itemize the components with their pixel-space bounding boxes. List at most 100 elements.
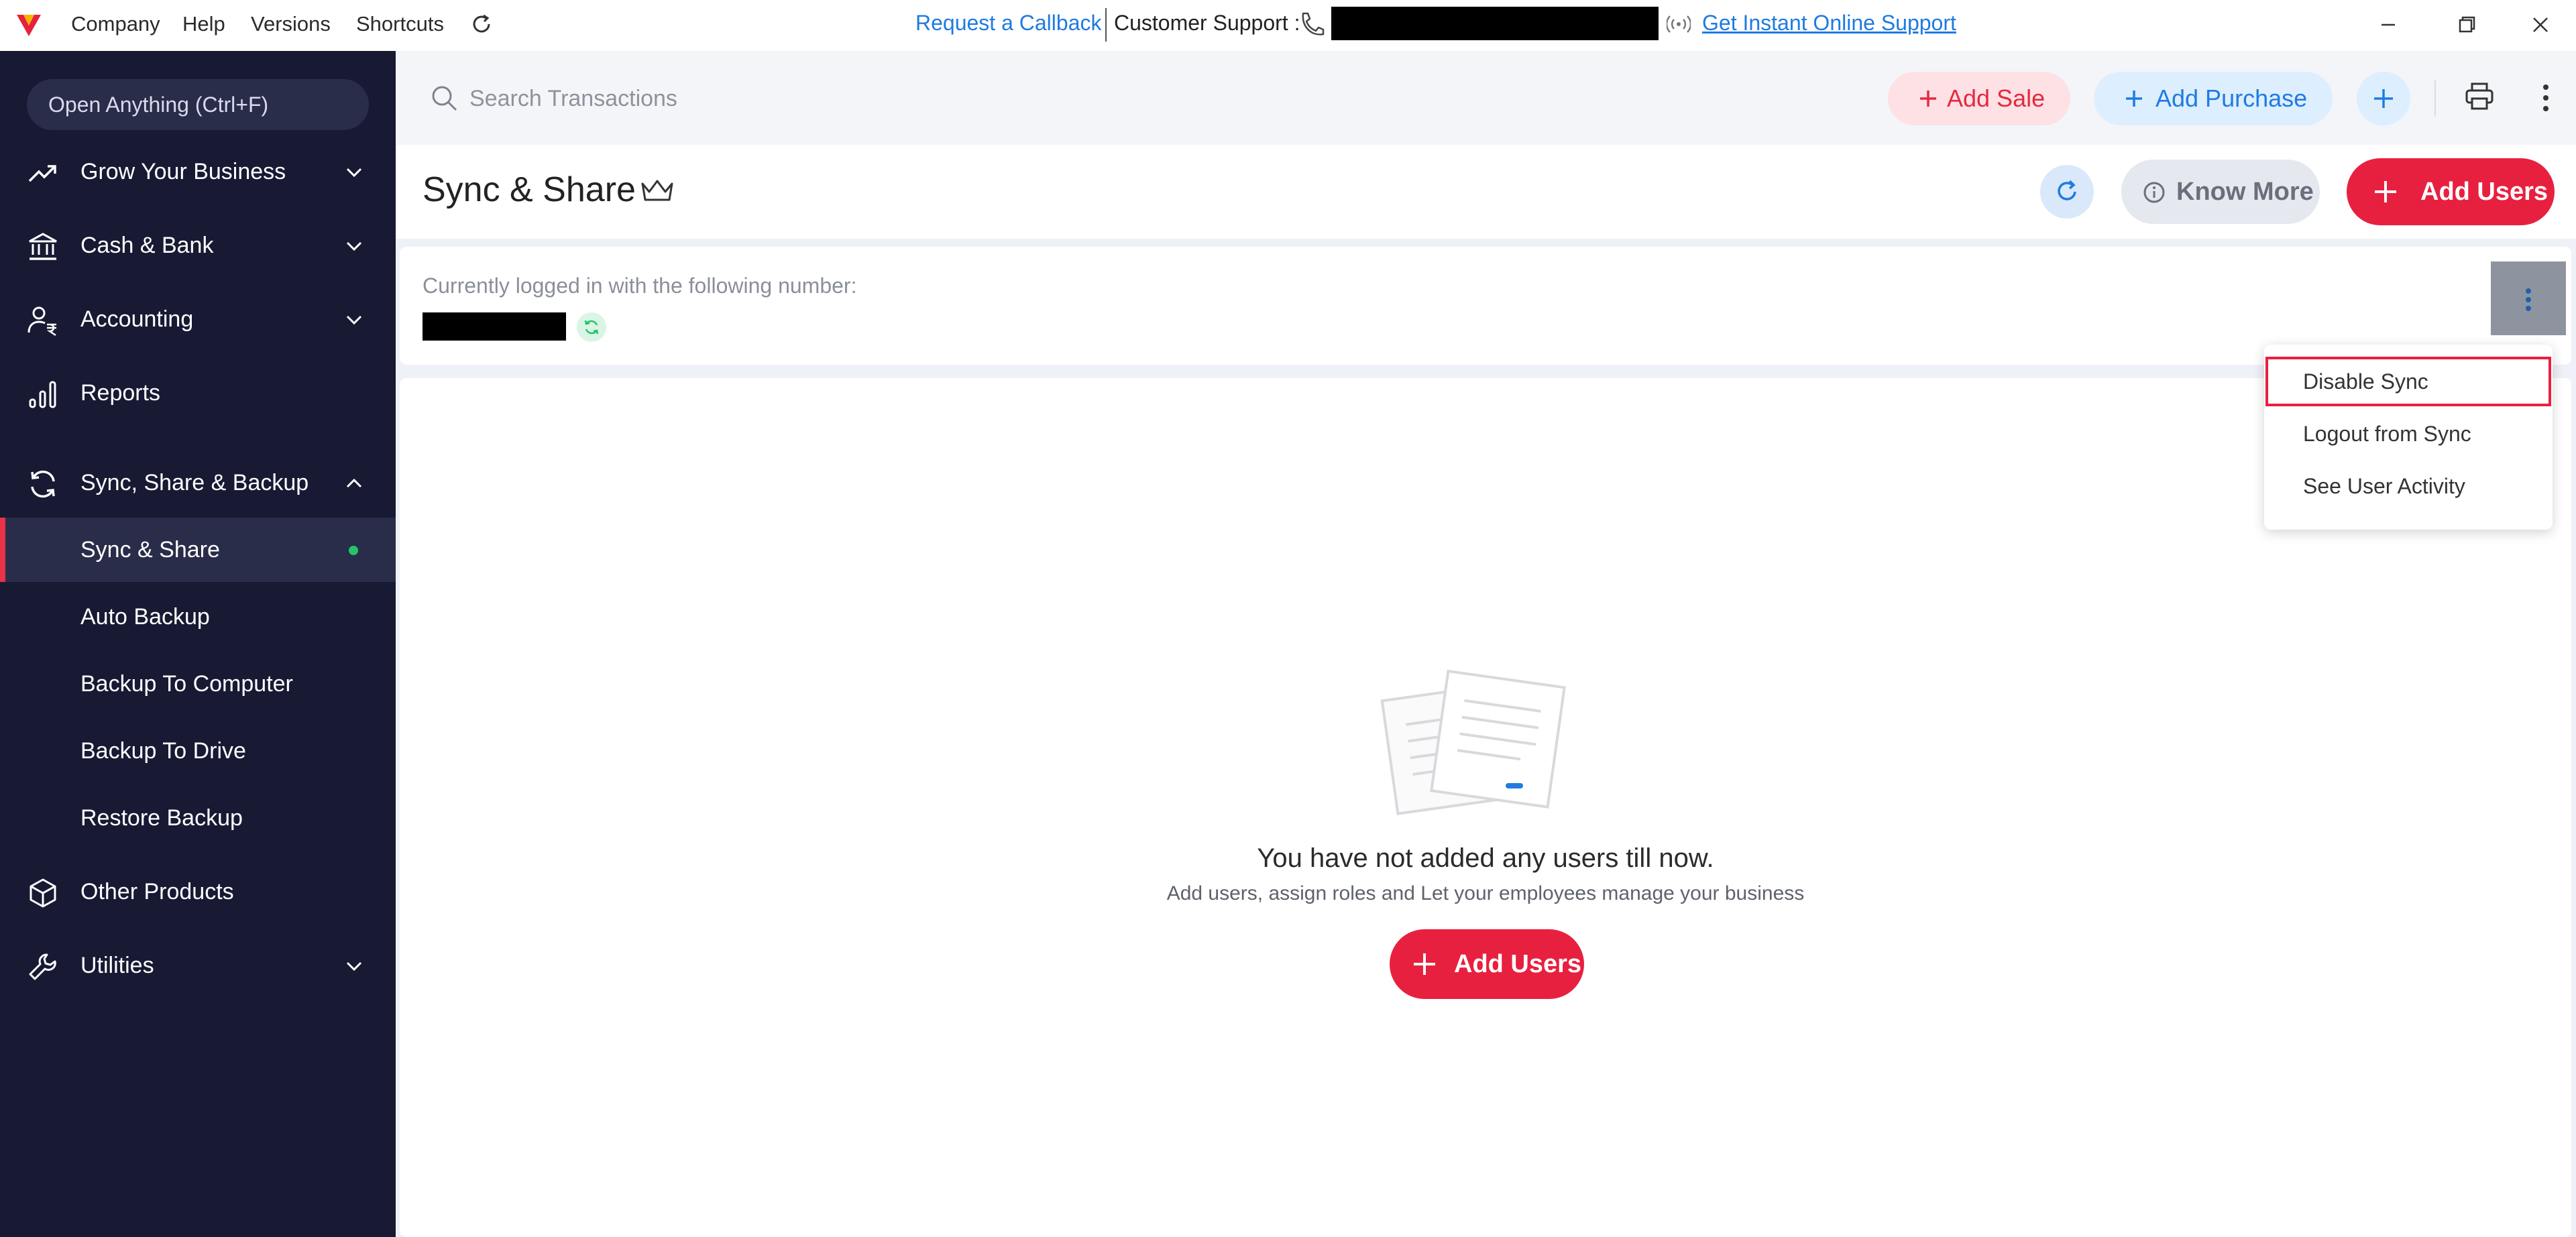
add-users-button[interactable]: Add Users bbox=[2347, 158, 2555, 225]
info-icon bbox=[2143, 182, 2165, 203]
chevron-up-icon bbox=[346, 478, 362, 488]
trending-up-icon bbox=[28, 165, 56, 182]
broadcast-icon bbox=[1667, 15, 1691, 33]
sidebar-subitem-label: Backup To Drive bbox=[80, 738, 246, 764]
sidebar-item-label: Reports bbox=[80, 380, 161, 406]
sidebar-item-label: Utilities bbox=[80, 953, 154, 978]
number-sync-status bbox=[577, 312, 606, 342]
title-bar: Company Help Versions Shortcuts Request … bbox=[0, 0, 2576, 51]
divider bbox=[2434, 80, 2436, 117]
open-anything-button[interactable]: Open Anything (Ctrl+F) bbox=[27, 79, 369, 130]
sidebar-item-other-products[interactable]: Other Products bbox=[0, 861, 396, 923]
sidebar-subitem-auto-backup[interactable]: Auto Backup bbox=[0, 585, 396, 649]
add-users-empty-button[interactable]: Add Users bbox=[1390, 929, 1584, 999]
plus-icon bbox=[1920, 91, 1936, 107]
more-vertical-icon[interactable] bbox=[2532, 80, 2559, 115]
plus-icon bbox=[2375, 181, 2396, 202]
card-more-button[interactable] bbox=[2491, 261, 2566, 335]
print-icon[interactable] bbox=[2463, 80, 2496, 113]
menu-item-disable-sync[interactable]: Disable Sync bbox=[2264, 355, 2553, 408]
sidebar-subitem-label: Sync & Share bbox=[80, 537, 220, 563]
logged-in-card: Currently logged in with the following n… bbox=[400, 247, 2571, 365]
chevron-down-icon bbox=[346, 315, 362, 325]
add-more-button[interactable] bbox=[2357, 72, 2410, 125]
crown-icon bbox=[641, 180, 673, 201]
main-content: Add Sale Add Purchase Sync & Share bbox=[396, 51, 2576, 1237]
cube-icon bbox=[30, 878, 56, 908]
sync-icon bbox=[584, 320, 599, 335]
menu-company[interactable]: Company bbox=[71, 12, 160, 36]
search-input[interactable] bbox=[468, 76, 1074, 121]
chevron-down-icon bbox=[346, 961, 362, 971]
sidebar-subitem-label: Restore Backup bbox=[80, 805, 243, 831]
menu-help[interactable]: Help bbox=[182, 12, 225, 36]
sidebar-subitem-sync-share[interactable]: Sync & Share bbox=[0, 518, 396, 582]
search-icon bbox=[432, 86, 457, 111]
sidebar-subitem-label: Auto Backup bbox=[80, 604, 210, 630]
redacted-phone-number bbox=[423, 312, 566, 341]
sidebar-item-label: Grow Your Business bbox=[80, 159, 286, 184]
menu-shortcuts[interactable]: Shortcuts bbox=[356, 12, 444, 36]
toolbar: Add Sale Add Purchase bbox=[396, 51, 2576, 145]
plus-icon bbox=[2374, 89, 2393, 108]
user-rupee-icon bbox=[27, 306, 56, 337]
active-indicator-dot bbox=[349, 546, 358, 555]
add-purchase-button[interactable]: Add Purchase bbox=[2094, 72, 2333, 125]
sync-icon bbox=[2058, 180, 2076, 200]
redacted-phone-number bbox=[1331, 7, 1659, 40]
more-vertical-icon bbox=[2526, 288, 2531, 311]
sidebar-subitem-restore-backup[interactable]: Restore Backup bbox=[0, 786, 396, 850]
page-header: Sync & Share Know More Add Users bbox=[396, 145, 2576, 239]
bank-icon bbox=[29, 233, 57, 260]
users-panel: You have not added any users till now. A… bbox=[400, 378, 2571, 1237]
add-sale-button[interactable]: Add Sale bbox=[1888, 72, 2070, 125]
menu-item-logout-from-sync[interactable]: Logout from Sync bbox=[2264, 408, 2553, 460]
add-purchase-label: Add Purchase bbox=[2155, 84, 2308, 112]
customer-support-label: Customer Support : bbox=[1114, 11, 1300, 35]
sync-icon bbox=[31, 470, 55, 498]
sidebar: Open Anything (Ctrl+F) Grow Your Busines… bbox=[0, 51, 396, 1237]
plus-icon bbox=[2126, 91, 2142, 107]
empty-state-title: You have not added any users till now. bbox=[1257, 843, 1714, 873]
sidebar-item-label: Sync, Share & Backup bbox=[80, 470, 309, 495]
sidebar-item-sync-share-backup[interactable]: Sync, Share & Backup bbox=[0, 452, 396, 514]
phone-icon bbox=[1302, 12, 1325, 36]
restore-icon[interactable] bbox=[2448, 8, 2485, 42]
sidebar-item-label: Cash & Bank bbox=[80, 233, 214, 258]
instant-support-link[interactable]: Get Instant Online Support bbox=[1702, 11, 1956, 36]
page-title: Sync & Share bbox=[423, 170, 636, 209]
sidebar-subitem-backup-to-computer[interactable]: Backup To Computer bbox=[0, 652, 396, 716]
wrench-icon bbox=[29, 953, 56, 980]
sidebar-subitem-backup-to-drive[interactable]: Backup To Drive bbox=[0, 719, 396, 783]
sidebar-item-reports[interactable]: Reports bbox=[0, 362, 396, 424]
sidebar-item-label: Other Products bbox=[80, 879, 234, 904]
divider bbox=[1105, 8, 1107, 42]
bar-chart-icon bbox=[29, 381, 56, 408]
documents-illustration-icon bbox=[1380, 669, 1566, 815]
know-more-label: Know More bbox=[2176, 177, 2314, 206]
sidebar-item-grow-your-business[interactable]: Grow Your Business bbox=[0, 141, 396, 202]
refresh-icon[interactable] bbox=[469, 12, 494, 36]
sidebar-item-cash-bank[interactable]: Cash & Bank bbox=[0, 215, 396, 276]
menu-item-see-user-activity[interactable]: See User Activity bbox=[2264, 460, 2553, 512]
add-users-label: Add Users bbox=[1454, 949, 1582, 978]
sidebar-item-accounting[interactable]: Accounting bbox=[0, 288, 396, 350]
sidebar-subitem-label: Backup To Computer bbox=[80, 671, 293, 697]
sidebar-item-label: Accounting bbox=[80, 306, 194, 332]
menu-versions[interactable]: Versions bbox=[251, 12, 331, 36]
close-icon[interactable] bbox=[2522, 8, 2559, 42]
card-options-menu: Disable Sync Logout from Sync See User A… bbox=[2264, 345, 2553, 530]
add-sale-label: Add Sale bbox=[1947, 84, 2046, 112]
minimize-icon[interactable] bbox=[2369, 8, 2407, 42]
empty-state-subtitle: Add users, assign roles and Let your emp… bbox=[1166, 882, 1805, 904]
sidebar-item-utilities[interactable]: Utilities bbox=[0, 935, 396, 996]
chevron-down-icon bbox=[346, 168, 362, 178]
add-users-label: Add Users bbox=[2420, 177, 2549, 206]
sync-now-button[interactable] bbox=[2040, 165, 2094, 219]
request-callback-link[interactable]: Request a Callback bbox=[915, 11, 1101, 36]
chevron-down-icon bbox=[346, 241, 362, 251]
plus-icon bbox=[1414, 953, 1435, 975]
app-logo-icon bbox=[17, 15, 41, 36]
logged-in-label: Currently logged in with the following n… bbox=[423, 274, 857, 298]
know-more-button[interactable]: Know More bbox=[2121, 160, 2320, 224]
